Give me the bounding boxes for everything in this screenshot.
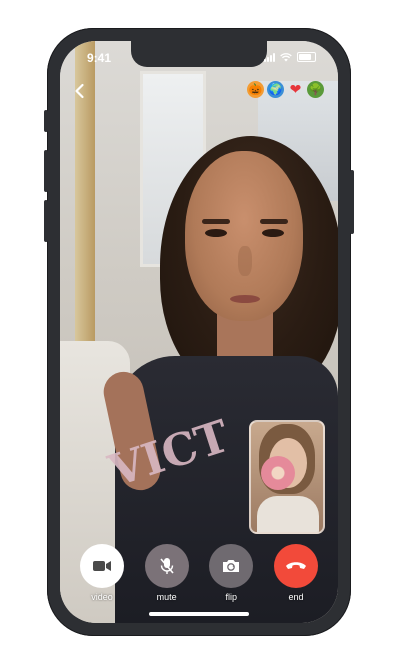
- video-label: video: [91, 592, 113, 602]
- phone-notch: [131, 41, 267, 67]
- status-time: 9:41: [87, 51, 112, 65]
- wifi-icon: [280, 53, 292, 62]
- flip-button[interactable]: [209, 544, 254, 588]
- mute-control: mute: [144, 544, 189, 602]
- mouth: [230, 295, 260, 303]
- video-control: video: [80, 544, 124, 602]
- self-view-pip[interactable]: [249, 420, 325, 534]
- camera-flip-icon: [223, 560, 240, 572]
- tree-icon[interactable]: 🌳: [307, 81, 324, 98]
- mute-label: mute: [156, 592, 177, 602]
- cellular-signal-icon: [264, 53, 275, 62]
- reaction-bar: 🎃 🌍 ❤ 🌳: [247, 81, 324, 98]
- call-controls: video mute flip end: [80, 544, 318, 602]
- volume-down-button-2: [44, 200, 48, 242]
- phone-hangup-icon: [285, 562, 306, 569]
- nose: [238, 246, 252, 276]
- video-camera-icon: [93, 561, 111, 571]
- flip-label: flip: [225, 592, 238, 602]
- left-eye: [205, 229, 227, 237]
- end-control: end: [273, 544, 318, 602]
- pip-person-body: [257, 496, 319, 532]
- pumpkin-icon[interactable]: 🎃: [247, 81, 264, 98]
- flip-control: flip: [209, 544, 254, 602]
- power-button: [350, 170, 354, 234]
- home-indicator: [149, 612, 249, 616]
- status-icons: [264, 52, 316, 62]
- right-brow: [260, 219, 288, 224]
- mute-button[interactable]: [144, 544, 189, 588]
- end-call-button[interactable]: [273, 544, 318, 588]
- battery-icon: [297, 52, 316, 62]
- heart-icon[interactable]: ❤: [287, 81, 304, 98]
- pip-donut: [261, 456, 295, 490]
- video-call-screen: VICT 9:41 🎃 🌍 ❤ 🌳 video mute flip end: [60, 41, 338, 623]
- chevron-left-icon[interactable]: [70, 81, 90, 101]
- video-button[interactable]: [80, 544, 124, 588]
- volume-down-button: [44, 150, 48, 192]
- volume-up-button: [44, 110, 48, 132]
- right-eye: [262, 229, 284, 237]
- globe-icon[interactable]: 🌍: [267, 81, 284, 98]
- microphone-off-icon: [160, 558, 174, 574]
- end-label: end: [288, 592, 304, 602]
- left-brow: [202, 219, 230, 224]
